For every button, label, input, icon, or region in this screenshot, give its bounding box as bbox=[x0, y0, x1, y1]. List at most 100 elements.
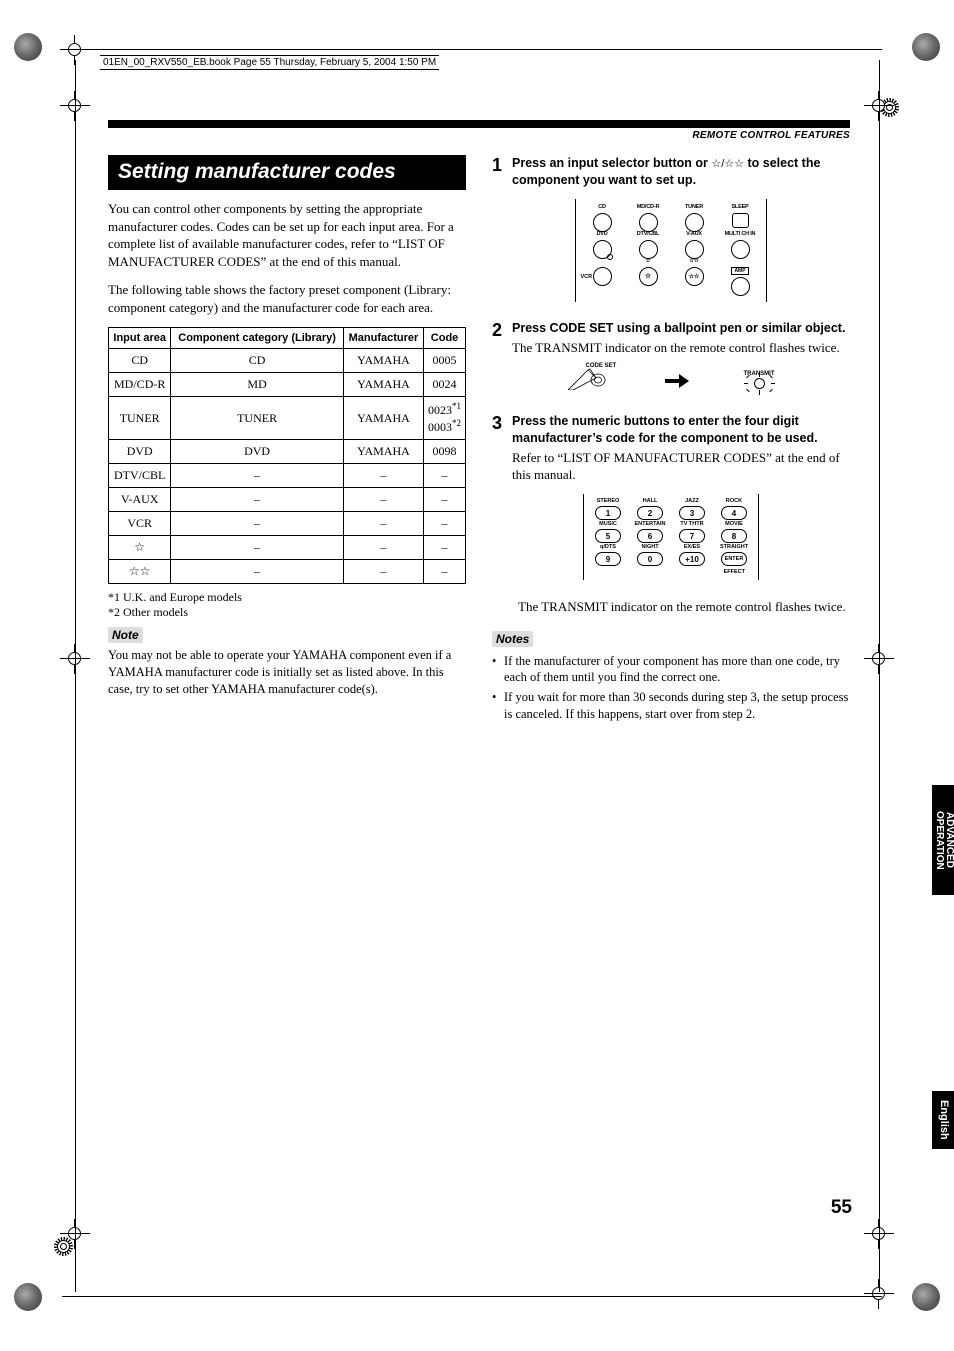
table-cell: – bbox=[171, 487, 343, 511]
table-cell: – bbox=[171, 463, 343, 487]
table-cell: CD bbox=[171, 349, 343, 373]
table-cell: MD bbox=[171, 373, 343, 397]
table-cell: VCR bbox=[109, 511, 171, 535]
corner-mark bbox=[912, 33, 940, 61]
remote-button: TUNER bbox=[674, 205, 714, 232]
header-bar bbox=[108, 120, 850, 128]
table-cell: – bbox=[171, 535, 343, 559]
numeric-button: ROCK4 bbox=[715, 499, 753, 520]
hairline bbox=[62, 49, 882, 50]
table-cell: TUNER bbox=[109, 397, 171, 440]
hairline bbox=[75, 60, 76, 1292]
intro-paragraph-1: You can control other components by sett… bbox=[108, 200, 466, 270]
table-cell: – bbox=[343, 463, 423, 487]
table-cell: 0024 bbox=[424, 373, 466, 397]
table-header: Code bbox=[424, 328, 466, 349]
numeric-button: MUSIC5 bbox=[589, 522, 627, 543]
notes-list: If the manufacturer of your component ha… bbox=[492, 653, 850, 724]
footnotes: *1 U.K. and Europe models *2 Other model… bbox=[108, 590, 466, 620]
table-cell: DVD bbox=[109, 439, 171, 463]
table-cell: – bbox=[424, 511, 466, 535]
remote-button: CD bbox=[582, 205, 622, 232]
table-cell: – bbox=[343, 511, 423, 535]
table-cell: ☆ bbox=[109, 535, 171, 559]
remote-button: AMP bbox=[720, 259, 760, 296]
table-cell: 0023*10003*2 bbox=[424, 397, 466, 440]
intro-paragraph-2: The following table shows the factory pr… bbox=[108, 281, 466, 316]
crop-mark bbox=[864, 1279, 894, 1309]
table-header: Manufacturer bbox=[343, 328, 423, 349]
table-cell: YAMAHA bbox=[343, 397, 423, 440]
remote-button: ☆☆ bbox=[628, 259, 668, 296]
table-cell: – bbox=[343, 487, 423, 511]
text: OPERATION bbox=[934, 811, 945, 870]
step-instruction: Press an input selector button or ☆/☆☆ t… bbox=[512, 155, 850, 189]
page-number: 55 bbox=[831, 1197, 852, 1219]
numeric-button: q/DTS9 bbox=[589, 545, 627, 566]
table-cell: TUNER bbox=[171, 397, 343, 440]
numeric-button: MOVIE8 bbox=[715, 522, 753, 543]
table-cell: – bbox=[171, 559, 343, 583]
footnote: *1 U.K. and Europe models bbox=[108, 590, 466, 605]
table-cell: YAMAHA bbox=[343, 439, 423, 463]
table-cell: YAMAHA bbox=[343, 373, 423, 397]
section-title: Setting manufacturer codes bbox=[108, 155, 466, 190]
side-tab-advanced-operation: ADVANCEDOPERATION bbox=[932, 785, 954, 895]
text: Press an input selector button or bbox=[512, 156, 711, 170]
table-header: Component category (Library) bbox=[171, 328, 343, 349]
numeric-button: STEREO1 bbox=[589, 499, 627, 520]
step-description: Refer to “LIST OF MANUFACTURER CODES” at… bbox=[512, 449, 850, 484]
step-number: 2 bbox=[492, 320, 502, 356]
notes-label: Notes bbox=[492, 631, 533, 647]
numeric-button: NIGHT0 bbox=[631, 545, 669, 566]
code-set-diagram: CODE SET TRANSMIT bbox=[492, 366, 850, 395]
corner-mark bbox=[14, 1283, 42, 1311]
table-cell: – bbox=[343, 559, 423, 583]
note-item: If you wait for more than 30 seconds dur… bbox=[492, 689, 850, 723]
corner-mark bbox=[912, 1283, 940, 1311]
star-symbol: ☆/☆☆ bbox=[711, 158, 744, 170]
hairline bbox=[879, 60, 880, 1292]
numeric-buttons-diagram: STEREO1HALL2JAZZ3ROCK4MUSIC5ENTERTAIN6TV… bbox=[492, 494, 850, 580]
table-cell: YAMAHA bbox=[343, 349, 423, 373]
right-column: 1 Press an input selector button or ☆/☆☆… bbox=[492, 155, 850, 726]
transmit-indicator: TRANSMIT bbox=[744, 371, 775, 390]
step-number: 3 bbox=[492, 413, 502, 484]
crop-mark bbox=[864, 1219, 894, 1249]
table-cell: DTV/CBL bbox=[109, 463, 171, 487]
text: ADVANCED bbox=[944, 812, 954, 868]
step-1: 1 Press an input selector button or ☆/☆☆… bbox=[492, 155, 850, 189]
table-cell: – bbox=[171, 511, 343, 535]
table-cell: 0098 bbox=[424, 439, 466, 463]
codes-table: Input area Component category (Library) … bbox=[108, 327, 466, 584]
table-cell: DVD bbox=[171, 439, 343, 463]
left-column: Setting manufacturer codes You can contr… bbox=[108, 155, 466, 726]
section-header: REMOTE CONTROL FEATURES bbox=[108, 130, 850, 141]
table-cell: ☆☆ bbox=[109, 559, 171, 583]
remote-button: V-AUX bbox=[674, 232, 714, 259]
numeric-button: EX/ES+10 bbox=[673, 545, 711, 566]
numeric-button: HALL2 bbox=[631, 499, 669, 520]
note-label: Note bbox=[108, 627, 143, 643]
numeric-button: ENTERTAIN6 bbox=[631, 522, 669, 543]
numeric-button: STRAIGHTENTER bbox=[715, 545, 753, 566]
remote-button: SLEEP bbox=[720, 205, 760, 232]
table-cell: – bbox=[424, 463, 466, 487]
step-number: 1 bbox=[492, 155, 502, 189]
step-description: The TRANSMIT indicator on the remote con… bbox=[512, 339, 850, 357]
label: CODE SET bbox=[586, 363, 617, 369]
page-content: REMOTE CONTROL FEATURES Setting manufact… bbox=[108, 120, 850, 726]
remote-button: MD/CD-R bbox=[628, 205, 668, 232]
crop-mark bbox=[864, 644, 894, 674]
remote-button: DTV/CBL bbox=[628, 232, 668, 259]
hairline bbox=[62, 1296, 882, 1297]
table-cell: V-AUX bbox=[109, 487, 171, 511]
footnote: *2 Other models bbox=[108, 605, 466, 620]
side-tab-language: English bbox=[932, 1091, 954, 1149]
remote-button: VCR bbox=[582, 259, 622, 296]
crop-mark bbox=[864, 91, 894, 121]
header-info: 01EN_00_RXV550_EB.book Page 55 Thursday,… bbox=[100, 55, 439, 70]
step-3: 3 Press the numeric buttons to enter the… bbox=[492, 413, 850, 484]
table-cell: 0005 bbox=[424, 349, 466, 373]
remote-button: ☆☆☆☆ bbox=[674, 259, 714, 296]
